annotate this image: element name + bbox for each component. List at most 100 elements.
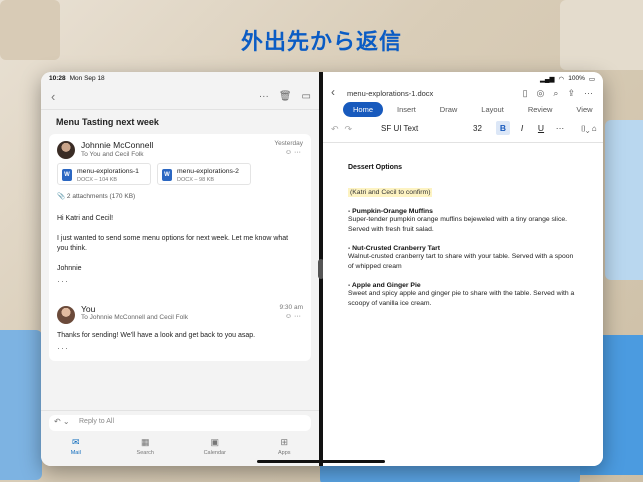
word-doc-icon: W bbox=[62, 169, 72, 181]
undo-redo-icon[interactable]: ↶↷ bbox=[331, 124, 358, 135]
message-greeting: Hi Katri and Cecil! bbox=[57, 215, 114, 222]
status-bar-left: 10:28 Mon Sep 18 bbox=[49, 75, 105, 82]
avatar bbox=[57, 306, 75, 324]
bold-button[interactable]: B bbox=[496, 121, 510, 135]
battery-level: 100% bbox=[568, 75, 585, 82]
tab-insert[interactable]: Insert bbox=[387, 102, 426, 117]
attachment-meta: DOCX – 104 KB bbox=[77, 177, 118, 183]
message-body: I just wanted to send some menu options … bbox=[57, 235, 289, 252]
show-more-icon[interactable]: ··· bbox=[57, 343, 69, 353]
sender-name: You bbox=[81, 304, 96, 314]
attachment-count-label: 2 attachments (170 KB) bbox=[66, 193, 136, 200]
tab-home[interactable]: Home bbox=[343, 102, 384, 117]
paint-highlight-icons[interactable]: ⌷⌄ ⌂ bbox=[581, 124, 597, 134]
attachment-name: menu-explorations-2 bbox=[177, 168, 239, 175]
more-icon[interactable]: ··· bbox=[584, 88, 593, 99]
more-icon[interactable]: ··· bbox=[259, 91, 269, 102]
attachment[interactable]: W menu-explorations-1 DOCX – 104 KB bbox=[57, 163, 151, 185]
underline-button[interactable]: U bbox=[534, 121, 548, 135]
search-icon[interactable]: ⌕ bbox=[553, 88, 558, 99]
document-page[interactable]: Dessert Options (Katri and Cecil to conf… bbox=[348, 164, 578, 319]
calendar-icon: ▣ bbox=[210, 437, 219, 447]
reaction-more-icon[interactable]: ☺ ··· bbox=[285, 313, 301, 320]
text-format-buttons: B I U ··· bbox=[496, 121, 567, 135]
attachment-meta: DOCX – 98 KB bbox=[177, 177, 214, 183]
reaction-more-icon[interactable]: ☺ ··· bbox=[285, 149, 301, 156]
tab-review[interactable]: Review bbox=[518, 102, 563, 117]
search-icon: ▦ bbox=[140, 437, 150, 447]
menu-item-description: Sweet and spicy apple and ginger pie to … bbox=[348, 290, 575, 307]
promo-headline: 外出先から返信 bbox=[240, 29, 402, 54]
sender-name: Johnnie McConnell bbox=[81, 140, 154, 150]
mobile-view-icon[interactable]: ▯ bbox=[523, 88, 528, 99]
status-bar-right: ▂▄▆ ◠ 100% ▭ bbox=[540, 75, 595, 83]
wifi-icon: ◠ bbox=[558, 76, 565, 83]
attachment-name: menu-explorations-1 bbox=[77, 168, 139, 175]
italic-button[interactable]: I bbox=[515, 121, 529, 135]
email-subject: Menu Tasting next week bbox=[56, 117, 159, 127]
tab-label: Mail bbox=[70, 450, 81, 456]
mail-toolbar: ‹ ··· 🗑 ▭ bbox=[41, 89, 319, 109]
menu-item-title: - Pumpkin-Orange Muffins bbox=[348, 208, 433, 215]
word-pane: ▂▄▆ ◠ 100% ▭ ‹ menu-explorations-1.docx … bbox=[323, 72, 603, 466]
tab-calendar[interactable]: ▣ Calendar bbox=[180, 434, 250, 466]
back-chevron-icon[interactable]: ‹ bbox=[331, 85, 335, 99]
font-size-select[interactable]: 32 bbox=[473, 124, 482, 133]
tab-mail[interactable]: ✉ Mail bbox=[41, 434, 111, 466]
formatting-toolbar: ↶↷ SF UI Text 32 B I U ··· ⌷⌄ ⌂ bbox=[323, 120, 603, 140]
recipients: To Johnnie McConnell and Cecil Folk bbox=[81, 314, 188, 321]
ribbon-tabs: Home Insert Draw Layout Review View bbox=[343, 102, 603, 117]
document-heading: Dessert Options bbox=[348, 164, 403, 171]
menu-item-title: - Nut-Crusted Cranberry Tart bbox=[348, 245, 441, 252]
message-body: Thanks for sending! We'll have a look an… bbox=[57, 332, 256, 339]
status-date: Mon Sep 18 bbox=[69, 75, 105, 82]
tab-label: Calendar bbox=[203, 450, 226, 456]
background-tile bbox=[605, 120, 643, 280]
signal-icon: ▂▄▆ bbox=[539, 76, 555, 83]
attachment[interactable]: W menu-explorations-2 DOCX – 98 KB bbox=[157, 163, 251, 185]
menu-item-description: Super-tender pumpkin orange muffins beje… bbox=[348, 216, 568, 233]
font-name-select[interactable]: SF UI Text bbox=[381, 124, 418, 133]
recipients: To You and Cecil Folk bbox=[81, 151, 144, 158]
avatar bbox=[57, 141, 75, 159]
word-doc-icon: W bbox=[162, 169, 172, 181]
apps-icon: ⊞ bbox=[280, 437, 289, 447]
share-icon[interactable]: ⇪ bbox=[567, 88, 575, 99]
message-card[interactable]: You To Johnnie McConnell and Cecil Folk … bbox=[49, 299, 311, 361]
archive-icon[interactable]: ▭ bbox=[302, 91, 311, 102]
document-filename[interactable]: menu-explorations-1.docx bbox=[347, 89, 433, 98]
menu-item-title: - Apple and Ginger Pie bbox=[348, 282, 421, 289]
lightbulb-icon[interactable]: ◎ bbox=[537, 88, 545, 99]
mail-pane: 10:28 Mon Sep 18 ‹ ··· 🗑 ▭ Menu Tasting n… bbox=[41, 72, 319, 466]
tab-search[interactable]: ▦ Search bbox=[111, 434, 181, 466]
trash-icon[interactable]: 🗑 bbox=[279, 91, 292, 102]
message-time: Yesterday bbox=[274, 140, 303, 147]
menu-item-description: Walnut-crusted cranberry tart to share w… bbox=[348, 253, 574, 270]
tab-layout[interactable]: Layout bbox=[471, 102, 514, 117]
highlighted-note: (Katri and Cecil to confirm) bbox=[348, 188, 433, 197]
document-title-bar: ‹ menu-explorations-1.docx ▯ ◎ ⌕ ⇪ ··· bbox=[323, 85, 603, 103]
mail-toolbar-actions: ··· 🗑 ▭ bbox=[259, 91, 311, 102]
document-actions: ▯ ◎ ⌕ ⇪ ··· bbox=[523, 88, 593, 99]
attachment-count[interactable]: 📎 2 attachments (170 KB) bbox=[57, 192, 135, 200]
tab-label: Search bbox=[136, 450, 154, 456]
divider bbox=[41, 410, 319, 411]
reply-bar[interactable]: ↶ ⌄ Reply to All bbox=[49, 415, 311, 431]
tab-view[interactable]: View bbox=[566, 102, 602, 117]
tab-draw[interactable]: Draw bbox=[430, 102, 468, 117]
status-time: 10:28 bbox=[49, 75, 66, 82]
home-indicator[interactable] bbox=[257, 460, 385, 463]
tab-label: Apps bbox=[277, 450, 291, 456]
back-chevron-icon[interactable]: ‹ bbox=[51, 89, 55, 104]
background-tile bbox=[0, 330, 42, 480]
reply-input[interactable]: Reply to All bbox=[79, 418, 114, 425]
battery-icon: ▭ bbox=[588, 76, 595, 83]
more-formatting-icon[interactable]: ··· bbox=[553, 121, 567, 135]
tablet-screen: 10:28 Mon Sep 18 ‹ ··· 🗑 ▭ Menu Tasting n… bbox=[41, 72, 603, 466]
mail-icon: ✉ bbox=[71, 437, 80, 447]
reply-all-icon[interactable]: ↶ ⌄ bbox=[54, 417, 70, 426]
divider bbox=[41, 109, 319, 110]
show-more-icon[interactable]: ··· bbox=[57, 276, 69, 286]
message-signoff: Johnnie bbox=[57, 265, 82, 272]
divider bbox=[323, 142, 603, 143]
